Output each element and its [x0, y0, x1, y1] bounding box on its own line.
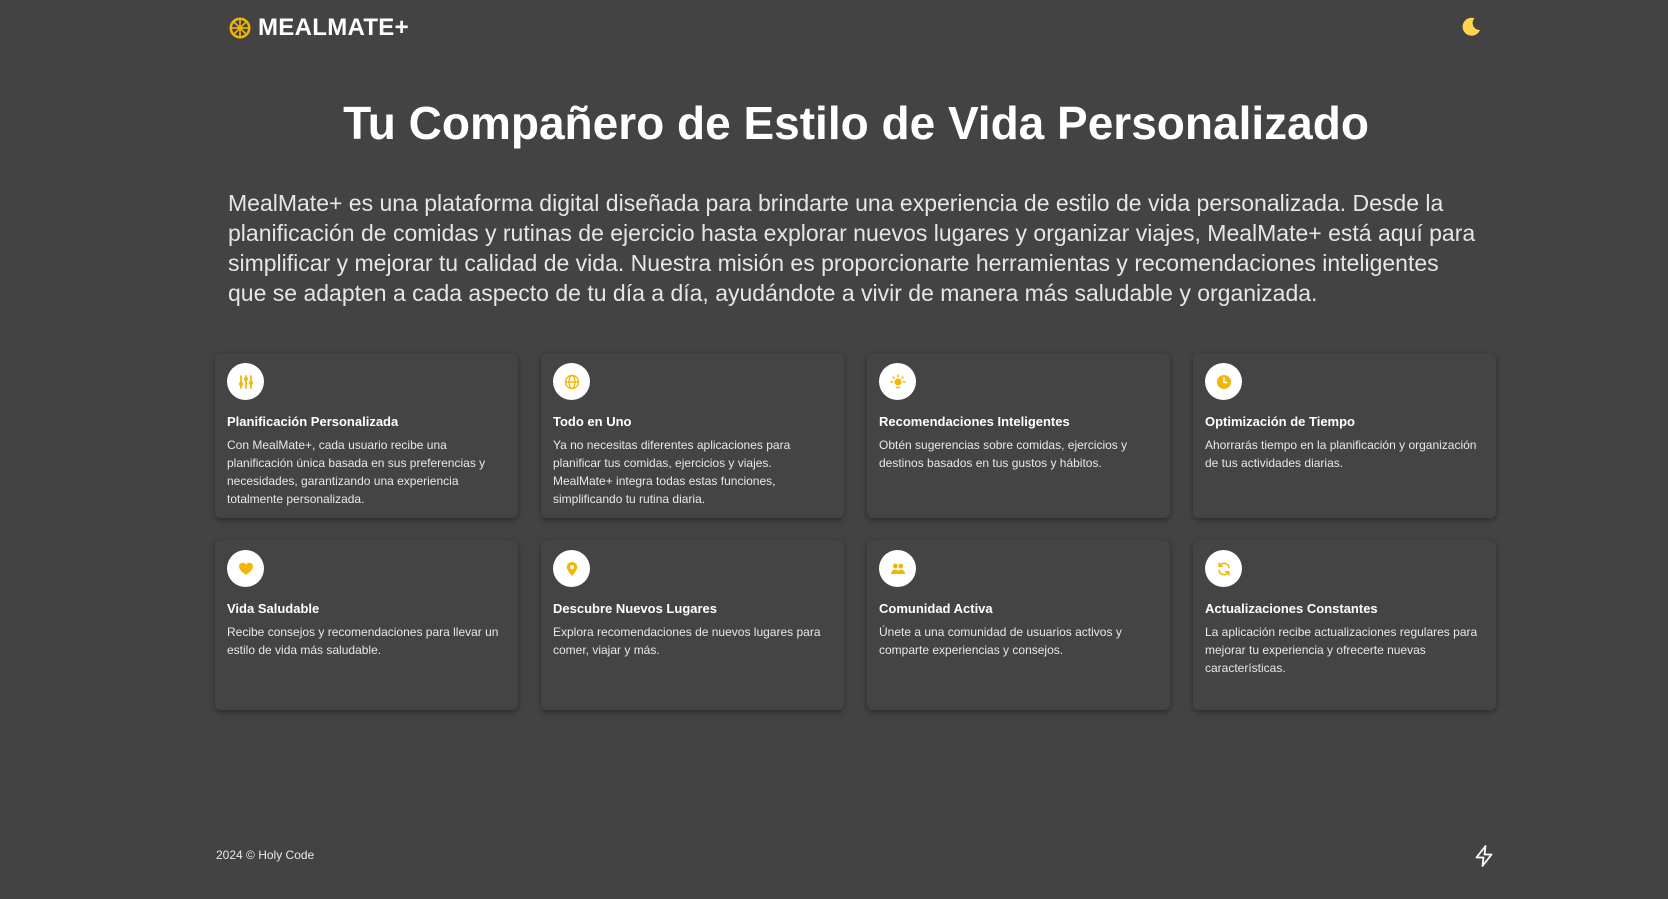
feature-text: Explora recomendaciones de nuevos lugare… [553, 625, 821, 657]
feature-card: Todo en Uno Ya no necesitas diferentes a… [541, 353, 844, 518]
feature-card: Descubre Nuevos Lugares Explora recomend… [541, 540, 844, 710]
globe-icon [553, 363, 590, 400]
logo-text: MEALMATE+ [258, 14, 409, 41]
features-grid: Planificación Personalizada Con MealMate… [215, 353, 1496, 710]
feature-text: Con MealMate+, cada usuario recibe una p… [227, 438, 486, 506]
feature-title: Vida Saludable [227, 601, 320, 616]
feature-title: Recomendaciones Inteligentes [879, 414, 1070, 429]
lightbulb-icon [879, 363, 916, 400]
feature-title: Actualizaciones Constantes [1205, 601, 1378, 616]
users-icon [879, 550, 916, 587]
feature-card: Actualizaciones Constantes La aplicación… [1193, 540, 1496, 710]
feature-text: La aplicación recibe actualizaciones reg… [1205, 625, 1478, 675]
feature-title: Descubre Nuevos Lugares [553, 601, 718, 616]
map-pin-icon [553, 550, 590, 587]
feature-title: Planificación Personalizada [227, 414, 399, 429]
footer-copyright: 2024 © Holy Code [216, 848, 315, 862]
sliders-icon [227, 363, 264, 400]
page-title: Tu Compañero de Estilo de Vida Personali… [343, 97, 1369, 149]
feature-text: Ya no necesitas diferentes aplicaciones … [553, 438, 791, 506]
feature-text: Obtén sugerencias sobre comidas, ejercic… [879, 438, 1128, 470]
feature-text: Ahorrarás tiempo en la planificación y o… [1205, 438, 1477, 470]
site-header: MEALMATE+ [0, 0, 1668, 54]
clock-icon [1205, 363, 1242, 400]
lightning-bolt-icon[interactable] [1472, 844, 1496, 868]
moon-icon[interactable] [1459, 15, 1483, 39]
heart-icon [227, 550, 264, 587]
citrus-slice-icon [228, 16, 252, 40]
feature-title: Todo en Uno [553, 414, 632, 429]
logo[interactable]: MEALMATE+ [228, 14, 409, 42]
feature-card: Optimización de Tiempo Ahorrarás tiempo … [1193, 353, 1496, 518]
feature-card: Vida Saludable Recibe consejos y recomen… [215, 540, 518, 710]
hero-description: MealMate+ es una plataforma digital dise… [228, 190, 1476, 306]
feature-text: Recibe consejos y recomendaciones para l… [227, 625, 499, 657]
feature-card: Recomendaciones Inteligentes Obtén suger… [867, 353, 1170, 518]
feature-title: Optimización de Tiempo [1205, 414, 1356, 429]
feature-card: Comunidad Activa Únete a una comunidad d… [867, 540, 1170, 710]
feature-title: Comunidad Activa [879, 601, 993, 616]
feature-card: Planificación Personalizada Con MealMate… [215, 353, 518, 518]
feature-text: Únete a una comunidad de usuarios activo… [879, 625, 1122, 657]
refresh-icon [1205, 550, 1242, 587]
